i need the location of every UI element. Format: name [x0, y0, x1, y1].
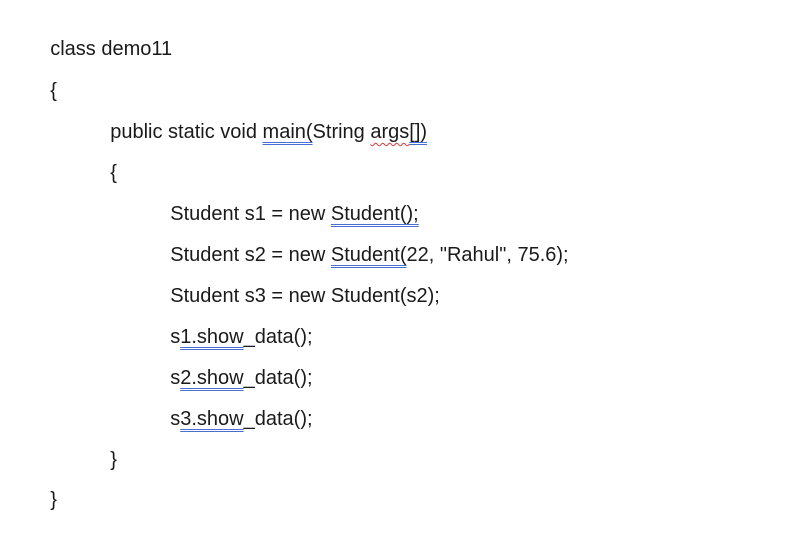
code-line: }	[28, 464, 57, 511]
code-text: String	[312, 121, 371, 143]
code-line: {	[28, 55, 57, 102]
code-line: s3.show_data();	[148, 383, 312, 430]
grammar-underlined-text: 3.show	[180, 408, 244, 430]
code-text: class demo11	[50, 38, 173, 60]
code-line: Student s2 = new Student(22, "Rahul", 75…	[148, 219, 568, 266]
code-text: _data();	[243, 408, 313, 430]
code-text: {	[50, 80, 57, 102]
code-line: s1.show_data();	[148, 301, 312, 348]
code-line: class demo11	[28, 13, 172, 60]
code-document: class demo11 { public static void main(S…	[0, 0, 804, 511]
code-line: {	[88, 137, 117, 184]
spelling-underlined-text: args	[370, 121, 410, 143]
grammar-underlined-text: [])	[409, 121, 428, 143]
code-text: {	[110, 162, 117, 184]
grammar-underlined-text: main(	[262, 121, 313, 143]
code-line: }	[88, 424, 117, 471]
code-line: s2.show_data();	[148, 342, 312, 389]
code-line: public static void main(String args[])	[88, 96, 427, 143]
code-line: Student s1 = new Student();	[148, 178, 419, 225]
code-text: }	[110, 449, 117, 471]
code-text: public static void	[110, 121, 263, 143]
code-text: }	[50, 489, 57, 511]
code-line: Student s3 = new Student(s2);	[148, 260, 440, 307]
code-text: s	[170, 408, 181, 430]
